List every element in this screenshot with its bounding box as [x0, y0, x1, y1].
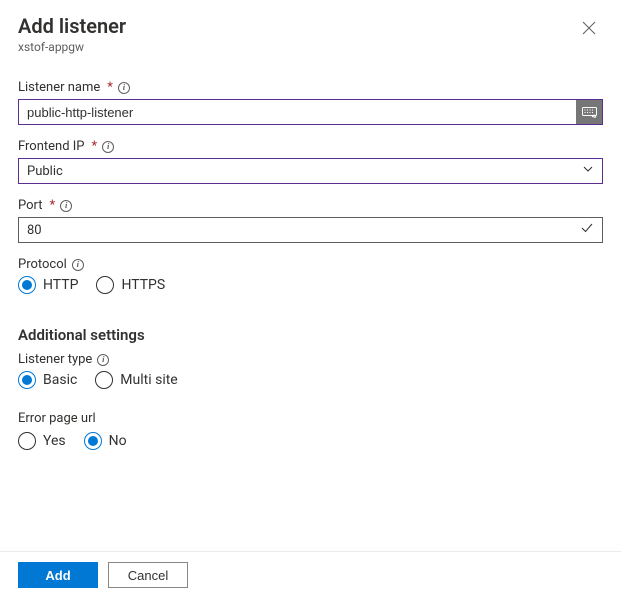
radio-label: Basic: [43, 372, 77, 388]
error-page-no-radio[interactable]: No: [84, 432, 127, 450]
frontend-ip-value: Public: [27, 164, 63, 179]
cancel-button[interactable]: Cancel: [108, 562, 188, 588]
add-button[interactable]: Add: [18, 562, 98, 588]
listener-type-basic-radio[interactable]: Basic: [18, 371, 77, 389]
keyboard-icon: [582, 107, 597, 118]
page-title: Add listener: [18, 14, 126, 38]
required-mark: *: [107, 80, 113, 95]
info-icon[interactable]: i: [60, 200, 72, 212]
input-suggestion-badge[interactable]: [576, 100, 602, 124]
radio-label: No: [109, 433, 127, 449]
info-icon[interactable]: i: [102, 141, 114, 153]
radio-icon: [18, 276, 36, 294]
port-label: Port * i: [18, 198, 603, 213]
port-value: 80: [27, 223, 42, 238]
radio-label: Multi site: [120, 372, 177, 388]
protocol-label: Protocol i: [18, 257, 603, 272]
radio-label: HTTPS: [121, 277, 165, 293]
listener-name-label: Listener name * i: [18, 80, 603, 95]
listener-name-input[interactable]: [18, 99, 603, 125]
radio-icon: [18, 371, 36, 389]
listener-type-multisite-radio[interactable]: Multi site: [95, 371, 177, 389]
close-icon: [582, 21, 596, 35]
protocol-https-radio[interactable]: HTTPS: [96, 276, 165, 294]
listener-type-label: Listener type i: [18, 352, 603, 367]
radio-label: Yes: [43, 433, 66, 449]
required-mark: *: [50, 198, 56, 213]
frontend-ip-select[interactable]: Public: [18, 158, 603, 184]
radio-label: HTTP: [43, 277, 78, 293]
radio-icon: [96, 276, 114, 294]
protocol-http-radio[interactable]: HTTP: [18, 276, 78, 294]
additional-settings-heading: Additional settings: [18, 326, 603, 344]
info-icon[interactable]: i: [118, 82, 130, 94]
radio-icon: [95, 371, 113, 389]
required-mark: *: [92, 139, 98, 154]
radio-icon: [18, 432, 36, 450]
frontend-ip-label: Frontend IP * i: [18, 139, 603, 154]
info-icon[interactable]: i: [72, 259, 84, 271]
error-page-yes-radio[interactable]: Yes: [18, 432, 66, 450]
error-page-url-label: Error page url: [18, 411, 603, 426]
page-subtitle: xstof-appgw: [18, 40, 126, 54]
info-icon[interactable]: i: [97, 354, 109, 366]
radio-icon: [84, 432, 102, 450]
checkmark-icon: [580, 221, 594, 239]
chevron-down-icon: [582, 163, 594, 179]
close-button[interactable]: [575, 14, 603, 42]
port-select[interactable]: 80: [18, 217, 603, 243]
